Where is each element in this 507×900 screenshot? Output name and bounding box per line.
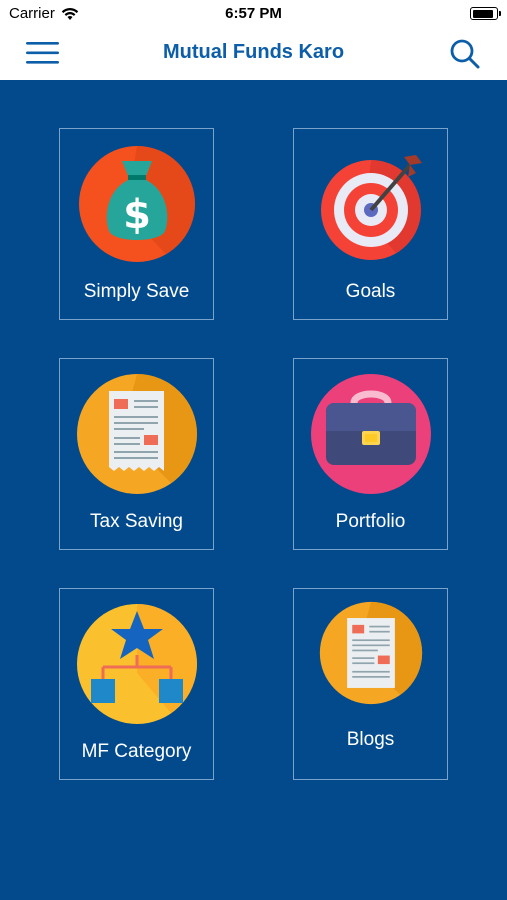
- tile-label: Simply Save: [83, 281, 190, 302]
- tile-label: Blogs: [346, 729, 395, 750]
- battery-icon: [470, 7, 501, 20]
- tile-label: Goals: [345, 281, 396, 302]
- receipt-icon: [76, 374, 197, 494]
- document-icon: [319, 601, 422, 705]
- money-bag-icon: $: [78, 146, 195, 262]
- tile-label: Portfolio: [335, 511, 406, 532]
- tile-portfolio[interactable]: Portfolio: [293, 358, 448, 550]
- status-time: 6:57 PM: [225, 5, 282, 22]
- tile-simply-save[interactable]: $ Simply Save: [59, 128, 214, 320]
- tile-blogs[interactable]: Blogs: [293, 588, 448, 780]
- tile-label: MF Category: [81, 741, 192, 762]
- tile-tax-saving[interactable]: Tax Saving: [59, 358, 214, 550]
- navigation-bar: Mutual Funds Karo: [0, 28, 507, 80]
- dashboard-grid: $ Simply Save Goals Tax Saving Portfolio…: [0, 80, 507, 900]
- target-icon: [320, 155, 422, 260]
- briefcase-icon: [310, 374, 431, 494]
- hierarchy-star-icon: [76, 604, 197, 724]
- tile-goals[interactable]: Goals: [293, 128, 448, 320]
- svg-text:$: $: [123, 192, 151, 238]
- page-title: Mutual Funds Karo: [162, 41, 345, 63]
- search-button[interactable]: [449, 38, 481, 70]
- search-icon: [450, 39, 480, 69]
- battery-fill: [472, 9, 494, 18]
- status-bar: Carrier 6:57 PM: [0, 0, 507, 28]
- tile-label: Tax Saving: [90, 511, 183, 532]
- tile-mf-category[interactable]: MF Category: [59, 588, 214, 780]
